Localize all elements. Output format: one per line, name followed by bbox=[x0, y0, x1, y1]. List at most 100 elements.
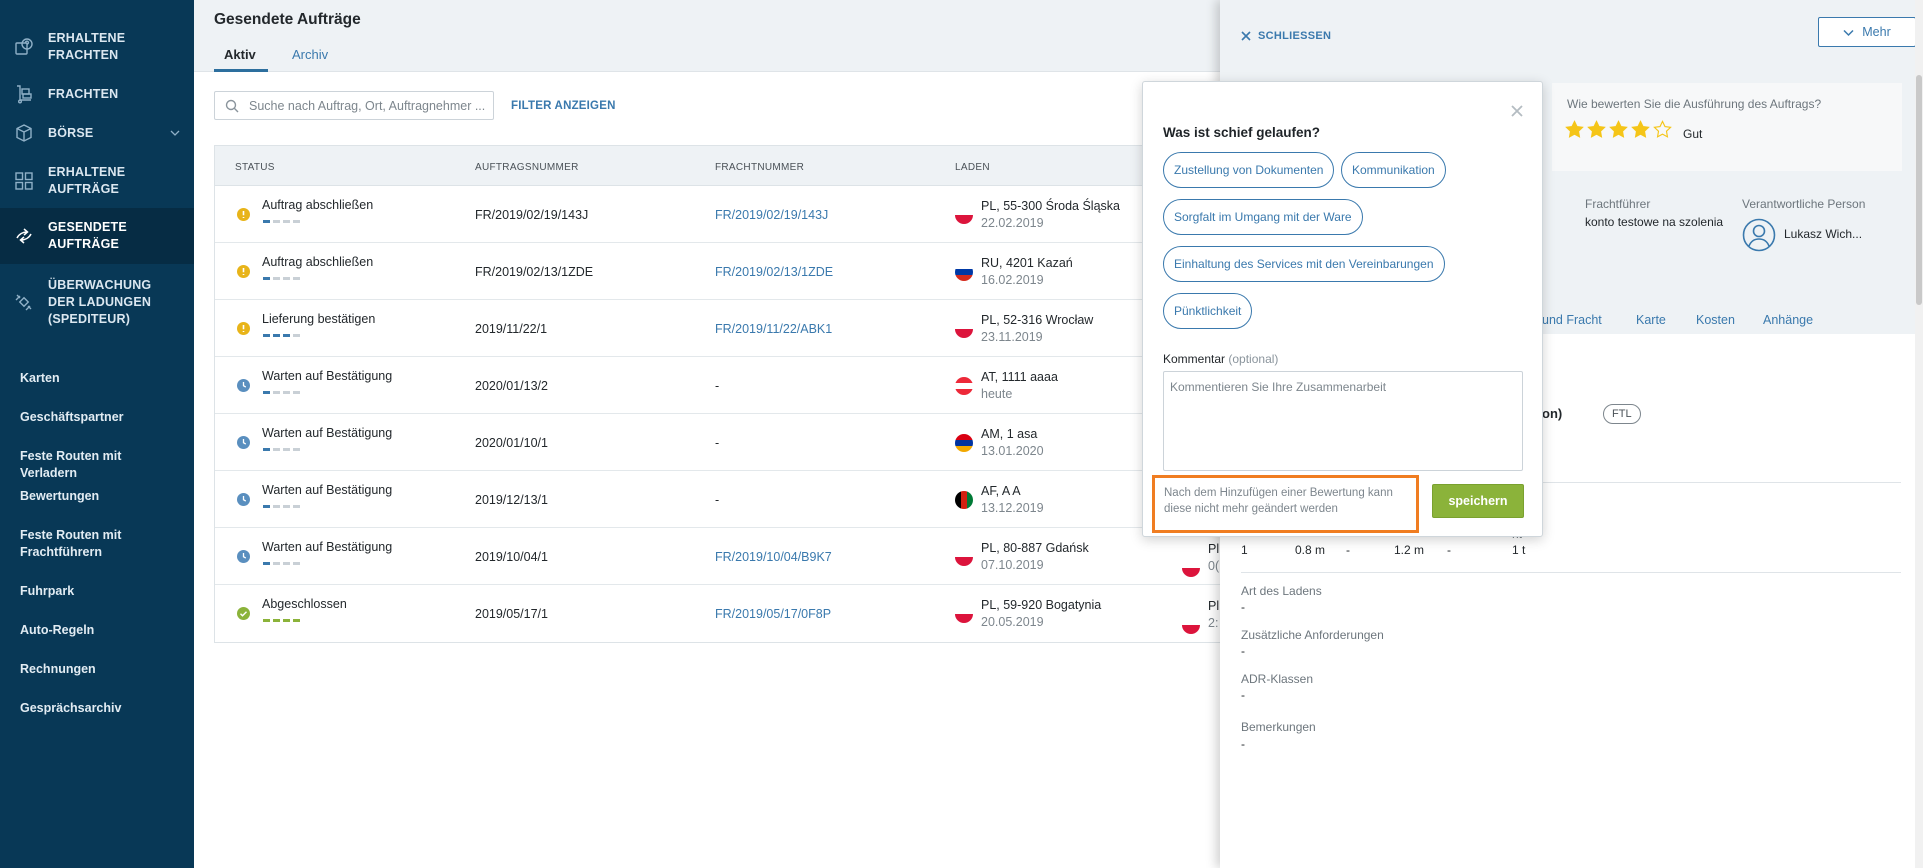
freight-number-link[interactable]: FR/2019/10/04/B9K7 bbox=[715, 550, 832, 564]
scrollbar-thumb[interactable] bbox=[1916, 75, 1922, 305]
check-status-icon bbox=[237, 607, 250, 620]
table-row[interactable]: Lieferung bestätigen 2019/11/22/1 FR/2019/… bbox=[215, 300, 1224, 357]
sidebar-link[interactable]: Feste Routen mit Verladern bbox=[0, 448, 194, 482]
loading-place: PL, 55-300 Środa Śląska bbox=[981, 199, 1120, 213]
chip-punctuality[interactable]: Pünktlichkeit bbox=[1163, 293, 1253, 329]
tab-freight[interactable]: und Fracht bbox=[1542, 313, 1602, 327]
column-header-freight-number[interactable]: FRACHTNUMMER bbox=[715, 162, 804, 173]
star-rating[interactable] bbox=[1565, 120, 1672, 142]
freight-number-link[interactable]: FR/2019/05/17/0F8P bbox=[715, 607, 831, 621]
sidebar: ERHALTENE FRACHTEN FRACHTEN BÖRSE ERHALT… bbox=[0, 0, 194, 868]
tab-aktiv[interactable]: Aktiv bbox=[214, 47, 268, 72]
nav-item-erhaltene-auftraege[interactable]: ERHALTENE AUFTRÄGE bbox=[0, 162, 194, 200]
search-field[interactable] bbox=[214, 91, 494, 120]
order-number: 2019/10/04/1 bbox=[475, 550, 548, 564]
flag-pl bbox=[955, 605, 973, 623]
close-panel-button[interactable]: SCHLIESSEN bbox=[1241, 30, 1331, 42]
sidebar-link[interactable]: Rechnungen bbox=[0, 661, 194, 678]
carrier-label: Frachtführer bbox=[1585, 197, 1651, 211]
star-filled-icon[interactable] bbox=[1587, 120, 1606, 142]
chip-service-agreement[interactable]: Einhaltung des Services mit den Vereinba… bbox=[1163, 246, 1445, 282]
status-text: Warten auf Bestätigung bbox=[262, 540, 393, 554]
column-header-order-number[interactable]: AUFTRAGSNUMMER bbox=[475, 162, 579, 173]
status-text: Lieferung bestätigen bbox=[262, 312, 376, 326]
freight-number-link[interactable]: FR/2019/02/13/1ZDE bbox=[715, 265, 833, 279]
comment-label: Kommentar (optional) bbox=[1163, 352, 1278, 366]
rating-word: Gut bbox=[1683, 127, 1703, 141]
status-text: Warten auf Bestätigung bbox=[262, 426, 393, 440]
nav-item-frachten[interactable]: FRACHTEN bbox=[0, 83, 194, 105]
nav-item-gesendete-auftraege[interactable]: GESENDETE AUFTRÄGE bbox=[0, 208, 194, 264]
detail-label: Art des Ladens bbox=[1241, 584, 1322, 598]
alert-status-icon bbox=[237, 265, 250, 278]
freight-number-link[interactable]: FR/2019/11/22/ABK1 bbox=[715, 322, 832, 336]
status-text: Warten auf Bestätigung bbox=[262, 483, 393, 497]
more-label: Mehr bbox=[1862, 25, 1891, 39]
table-row[interactable]: Abgeschlossen 2019/05/17/1 FR/2019/05/17/0… bbox=[215, 585, 1224, 642]
freight-number-link[interactable]: FR/2019/02/19/143J bbox=[715, 208, 828, 222]
tab-attachments[interactable]: Anhänge bbox=[1763, 313, 1813, 327]
popover-title: Was ist schief gelaufen? bbox=[1163, 125, 1321, 140]
chevron-down-icon[interactable] bbox=[170, 126, 180, 136]
table-row[interactable]: Warten auf Bestätigung 2019/10/04/1 FR/201… bbox=[215, 528, 1224, 585]
sidebar-link[interactable]: Karten bbox=[0, 370, 194, 387]
chip-goods-handling[interactable]: Sorgfalt im Umgang mit der Ware bbox=[1163, 199, 1363, 235]
comment-textarea[interactable] bbox=[1163, 371, 1523, 471]
more-button[interactable]: Mehr bbox=[1818, 17, 1916, 47]
sidebar-link[interactable]: Auto-Regeln bbox=[0, 622, 194, 639]
column-header-loading[interactable]: LADEN bbox=[955, 162, 990, 173]
table-row[interactable]: Warten auf Bestätigung 2020/01/10/1 - AM, 1… bbox=[215, 414, 1224, 471]
order-number: FR/2019/02/19/143J bbox=[475, 208, 589, 222]
loading-place: PL, 80-887 Gdańsk bbox=[981, 541, 1089, 555]
close-icon[interactable] bbox=[1510, 104, 1524, 118]
question-box-icon bbox=[14, 37, 34, 57]
nav-label: FRACHTEN bbox=[48, 86, 119, 101]
sidebar-link[interactable]: Fuhrpark bbox=[0, 583, 194, 600]
tab-costs[interactable]: Kosten bbox=[1696, 313, 1735, 327]
sidebar-link[interactable]: Geschäftspartner bbox=[0, 409, 194, 426]
table-row[interactable]: Warten auf Bestätigung 2019/12/13/1 - AF, A… bbox=[215, 471, 1224, 528]
tab-map[interactable]: Karte bbox=[1636, 313, 1666, 327]
chip-communication[interactable]: Kommunikation bbox=[1341, 152, 1446, 188]
sidebar-link[interactable]: Gesprächsarchiv bbox=[0, 700, 194, 717]
table-row[interactable]: Warten auf Bestätigung 2020/01/13/2 - AT, 1… bbox=[215, 357, 1224, 414]
status-text: Warten auf Bestätigung bbox=[262, 369, 393, 383]
status-progress bbox=[263, 505, 300, 508]
star-filled-icon[interactable] bbox=[1565, 120, 1584, 142]
detail-value: - bbox=[1241, 600, 1245, 614]
freight-number-link: - bbox=[715, 436, 720, 450]
table-row[interactable]: Auftrag abschließen FR/2019/02/19/143J FR/… bbox=[215, 186, 1224, 243]
nav-item-boerse[interactable]: BÖRSE bbox=[0, 122, 194, 144]
table-row[interactable]: Auftrag abschließen FR/2019/02/13/1ZDE FR/… bbox=[215, 243, 1224, 300]
column-header-status[interactable]: STATUS bbox=[235, 162, 275, 173]
save-button[interactable]: speichern bbox=[1432, 484, 1524, 518]
main-content: Gesendete Aufträge Aktiv Archiv FILTER A… bbox=[194, 0, 1224, 868]
nav-label: ERHALTENE AUFTRÄGE bbox=[48, 165, 126, 196]
flag-af bbox=[955, 491, 973, 509]
star-filled-icon[interactable] bbox=[1631, 120, 1650, 142]
nav-item-ueberwachung[interactable]: ÜBERWACHUNG DER LADUNGEN (SPEDITEUR) bbox=[0, 275, 194, 329]
flag-at bbox=[955, 377, 973, 395]
search-icon bbox=[225, 99, 239, 113]
tab-archiv[interactable]: Archiv bbox=[292, 47, 328, 62]
panel-scrollbar[interactable] bbox=[1915, 0, 1923, 868]
clock-status-icon bbox=[237, 550, 250, 563]
star-empty-icon[interactable] bbox=[1653, 120, 1672, 142]
search-input[interactable] bbox=[247, 96, 487, 116]
nav-label: ÜBERWACHUNG DER LADUNGEN (SPEDITEUR) bbox=[48, 277, 152, 326]
status-progress bbox=[263, 619, 300, 622]
sidebar-link[interactable]: Bewertungen bbox=[0, 488, 194, 505]
page-title: Gesendete Aufträge bbox=[214, 11, 361, 28]
chip-documents[interactable]: Zustellung von Dokumenten bbox=[1163, 152, 1335, 188]
orders-table: STATUS AUFTRAGSNUMMER FRACHTNUMMER LADEN… bbox=[214, 145, 1224, 643]
star-filled-icon[interactable] bbox=[1609, 120, 1628, 142]
filter-toggle-link[interactable]: FILTER ANZEIGEN bbox=[511, 100, 616, 112]
unload-date-partial: 0( bbox=[1208, 559, 1220, 573]
nav-item-erhaltene-frachten[interactable]: ERHALTENE FRACHTEN bbox=[0, 28, 194, 66]
rating-feedback-popover: Was ist schief gelaufen? Zustellung von … bbox=[1142, 81, 1543, 537]
flag-pl bbox=[955, 206, 973, 224]
status-progress bbox=[263, 448, 300, 451]
sidebar-link[interactable]: Feste Routen mit Frachtführern bbox=[0, 527, 194, 561]
status-text: Auftrag abschließen bbox=[262, 198, 374, 212]
status-progress bbox=[263, 277, 300, 280]
